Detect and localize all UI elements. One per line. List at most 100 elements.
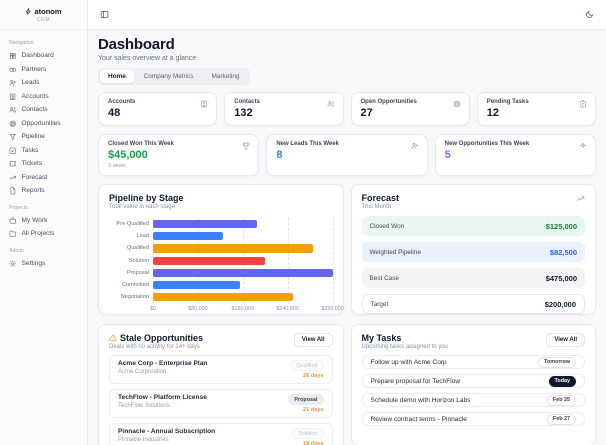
sidebar-item[interactable]: Opportunities — [9, 117, 78, 131]
page-subtitle: Your sales overview at a glance — [98, 55, 197, 62]
chart-bar — [153, 293, 294, 302]
sidebar-item-icon — [9, 187, 17, 195]
due-badge: Today — [548, 375, 576, 387]
chart-category-label: Pre-Qualified — [116, 221, 149, 228]
tab[interactable]: Home — [100, 70, 134, 83]
stat-card[interactable]: Pending Tasks 12 — [476, 92, 596, 126]
brand-logo[interactable]: atonom CRM — [0, 0, 87, 30]
sidebar-item-icon — [9, 93, 17, 101]
sidebar-item[interactable]: Contacts — [9, 103, 78, 117]
topbar — [88, 0, 606, 30]
weekly-card[interactable]: New Leads This Week 8 — [266, 134, 428, 176]
stat-value: 27 — [360, 107, 373, 119]
task-row[interactable]: Prepare proposal for TechFlow Today — [361, 374, 585, 388]
task-name: Review contract terms - Pinnacle — [370, 415, 467, 423]
forecast-row: Best Case $475,000 — [361, 268, 585, 288]
app-window: atonom CRM Navigation Dashboard Partners… — [0, 0, 606, 445]
stale-days: 26 days — [302, 373, 324, 379]
my-tasks-panel: My Tasks Upcoming tasks assigned to you … — [350, 324, 596, 445]
tasks-title: My Tasks — [361, 333, 402, 343]
forecast-row-label: Weighted Pipeline — [369, 248, 421, 256]
stat-label: Accounts — [108, 99, 136, 105]
stat-card[interactable]: Open Opportunities 27 — [350, 92, 470, 126]
stale-days: 21 days — [302, 407, 324, 413]
logo-icon — [25, 7, 32, 15]
sidebar-item-label: Opportunities — [21, 119, 61, 127]
sidebar-item[interactable]: Pipeline — [9, 130, 78, 144]
sidebar-item-label: Settings — [21, 259, 46, 267]
sidebar-item[interactable]: Leads — [9, 76, 78, 90]
task-row[interactable]: Follow up with Acme Corp Tomorrow — [361, 355, 585, 369]
stale-opportunity-row[interactable]: Pinnacle - Annual Subscription Pinnacle … — [109, 423, 333, 445]
chart-bar — [153, 220, 257, 229]
stat-card[interactable]: Accounts 48 — [98, 92, 218, 126]
sidebar-item-label: Reports — [21, 187, 45, 195]
forecast-subtitle: This Month — [361, 204, 392, 210]
sidebar-item[interactable]: Partners — [9, 63, 78, 77]
tab[interactable]: Company Metrics — [136, 70, 202, 83]
sidebar-item[interactable]: Tasks — [9, 144, 78, 158]
sidebar-item[interactable]: My Work — [9, 214, 78, 228]
chart-bar — [153, 280, 240, 290]
opportunity-name: Pinnacle - Annual Subscription — [118, 428, 216, 435]
sidebar-toggle-button[interactable] — [100, 10, 109, 19]
sidebar-item-label: Pipeline — [21, 133, 45, 141]
sidebar-item[interactable]: Forecast — [9, 171, 78, 185]
sidebar-item-icon — [9, 230, 17, 238]
sidebar-item[interactable]: Reports — [9, 184, 78, 198]
due-badge: Feb 25 — [546, 394, 576, 406]
task-row[interactable]: Review contract terms - Pinnacle Feb 27 — [361, 412, 585, 426]
sidebar-item-label: My Work — [21, 216, 48, 224]
weekly-value: 5 — [444, 149, 451, 161]
chart-category-label: Lead — [136, 233, 149, 240]
weekly-card[interactable]: Closed Won This Week $45,000 3 deals — [98, 134, 260, 176]
stale-opportunity-row[interactable]: TechFlow - Platform License TechFlow Sol… — [109, 389, 333, 418]
sidebar-item-label: Tasks — [21, 146, 39, 154]
tab[interactable]: Marketing — [203, 70, 247, 83]
pipeline-title: Pipeline by Stage — [109, 193, 184, 203]
chart-tick-label: $0 — [150, 306, 156, 312]
task-row[interactable]: Schedule demo with Horizon Labs Feb 25 — [361, 393, 585, 407]
sidebar-item-icon — [9, 160, 17, 168]
panel-left-icon — [100, 10, 109, 19]
chart-category-label: Qualified — [126, 245, 149, 252]
dashboard-content: Dashboard Your sales overview at a glanc… — [88, 30, 606, 445]
weekly-icon — [242, 142, 250, 150]
forecast-row: Target $200,000 — [361, 294, 585, 314]
tasks-view-all-button[interactable]: View All — [546, 333, 585, 347]
stale-view-all-button[interactable]: View All — [293, 333, 333, 347]
warning-icon — [109, 334, 117, 342]
task-name: Prepare proposal for TechFlow — [370, 377, 461, 385]
chart-category-label: Proposal — [126, 269, 149, 276]
weekly-card[interactable]: New Opportunities This Week 5 — [434, 134, 596, 176]
weekly-sub: 3 deals — [108, 163, 126, 169]
sidebar-item[interactable]: Dashboard — [9, 49, 78, 63]
moon-icon — [585, 10, 594, 19]
chart-bar — [153, 232, 224, 241]
forecast-rows: Closed Won $125,000 Weighted Pipeline $8… — [361, 216, 585, 314]
stale-opportunity-row[interactable]: Acme Corp - Enterprise Plan Acme Corpora… — [109, 355, 333, 384]
sidebar-item-label: Forecast — [21, 173, 48, 181]
sidebar-item[interactable]: Settings — [9, 257, 78, 271]
tasks-subtitle: Upcoming tasks assigned to you — [361, 344, 448, 350]
chart-category-label: Solution — [128, 257, 149, 264]
sidebar-item[interactable]: Accounts — [9, 90, 78, 104]
opportunity-company: Acme Corporation — [118, 369, 167, 375]
forecast-row: Closed Won $125,000 — [361, 216, 585, 236]
stat-label: Pending Tasks — [486, 99, 529, 105]
stale-list: Acme Corp - Enterprise Plan Acme Corpora… — [109, 355, 333, 445]
sidebar-item-icon — [9, 66, 17, 74]
sidebar-item[interactable]: Tickets — [9, 157, 78, 171]
chart-tick-label: $320,000 — [321, 306, 344, 312]
theme-toggle-button[interactable] — [585, 10, 594, 19]
stat-card[interactable]: Contacts 132 — [224, 92, 344, 126]
nav-section-label: Admin — [9, 247, 24, 254]
nav-section-admin: Settings — [9, 257, 78, 271]
forecast-row-value: $475,000 — [545, 273, 577, 283]
weekly-label: New Leads This Week — [276, 141, 339, 147]
middle-panels: Pipeline by Stage Total value in each st… — [98, 184, 596, 315]
due-badge: Tomorrow — [538, 356, 576, 368]
sidebar-item[interactable]: All Projects — [9, 227, 78, 241]
chart-category-label: Negotiation — [120, 294, 149, 301]
forecast-title: Forecast — [361, 193, 400, 203]
